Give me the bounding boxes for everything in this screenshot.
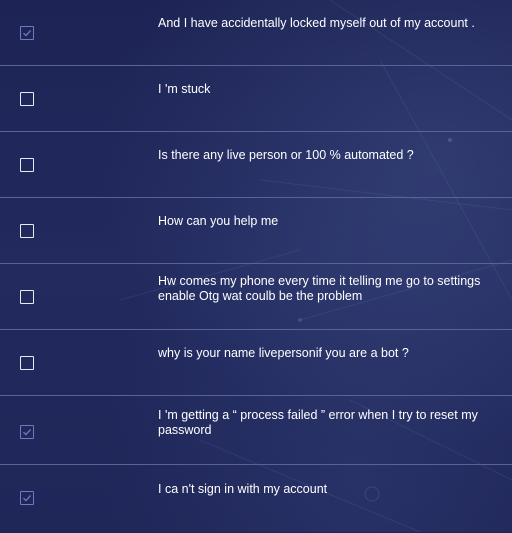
utterance-checkbox[interactable] [20, 224, 34, 238]
checkmark-icon [23, 494, 32, 502]
utterance-row: Is there any live person or 100 % automa… [0, 132, 512, 198]
utterance-text: I 'm getting a “ process failed ” error … [158, 408, 478, 437]
utterance-row: why is your name livepersonif you are a … [0, 330, 512, 396]
utterance-checkbox[interactable] [20, 158, 34, 172]
utterance-row: I 'm getting a “ process failed ” error … [0, 396, 512, 465]
utterance-checkbox[interactable] [20, 425, 34, 439]
utterance-row: And I have accidentally locked myself ou… [0, 0, 512, 66]
utterance-checkbox[interactable] [20, 26, 34, 40]
checkmark-icon [23, 29, 32, 37]
utterance-text: I ca n't sign in with my account [158, 482, 328, 496]
utterance-text: And I have accidentally locked myself ou… [158, 16, 475, 30]
utterance-checkbox[interactable] [20, 92, 34, 106]
checkmark-icon [23, 428, 32, 436]
utterance-row: I 'm stuck [0, 66, 512, 132]
utterance-text: why is your name livepersonif you are a … [158, 346, 409, 360]
utterance-checkbox[interactable] [20, 356, 34, 370]
utterance-text: Hw comes my phone every time it telling … [158, 274, 481, 303]
utterance-list: And I have accidentally locked myself ou… [0, 0, 512, 533]
utterance-row: How can you help me [0, 198, 512, 264]
utterance-row: I ca n't sign in with my account [0, 465, 512, 533]
utterance-text: I 'm stuck [158, 82, 211, 96]
utterance-text: Is there any live person or 100 % automa… [158, 148, 414, 162]
utterance-text: How can you help me [158, 214, 279, 228]
utterance-checkbox[interactable] [20, 290, 34, 304]
utterance-row: Hw comes my phone every time it telling … [0, 264, 512, 330]
utterance-checkbox[interactable] [20, 491, 34, 505]
